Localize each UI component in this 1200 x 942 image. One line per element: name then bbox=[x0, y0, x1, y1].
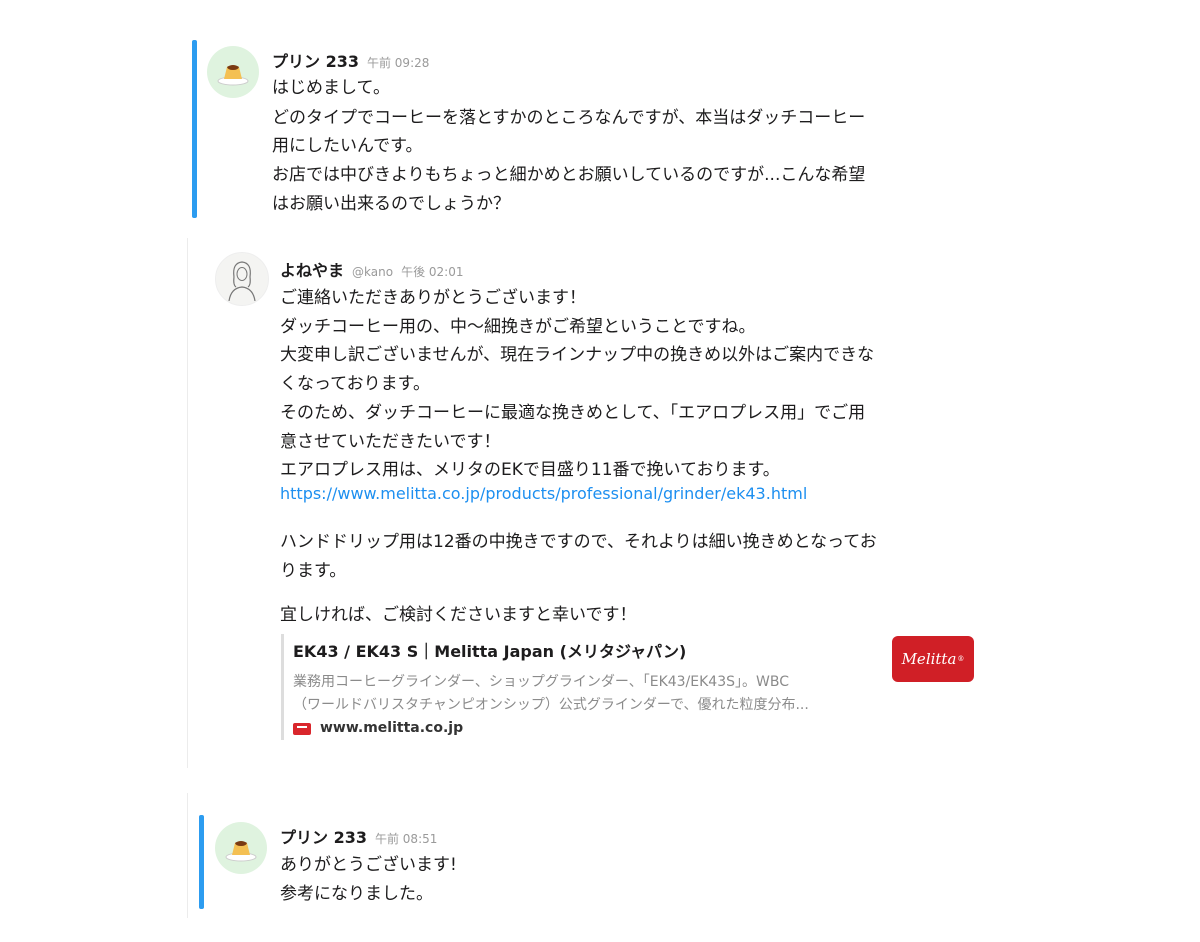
message-line: どのタイプでコーヒーを落とすかのところなんですが、本当はダッチコーヒー bbox=[272, 108, 866, 128]
card-border bbox=[281, 634, 284, 740]
author-handle[interactable]: @kano bbox=[352, 265, 393, 279]
author-name[interactable]: よねやま bbox=[280, 257, 344, 281]
highlight-bar bbox=[192, 40, 197, 218]
pudding-icon bbox=[225, 841, 257, 862]
thread-divider bbox=[187, 793, 188, 918]
message-line: お店では中びきよりもちょっと細かめとお願いしているのですが...こんな希望 bbox=[272, 165, 866, 185]
author-name[interactable]: プリン 233 bbox=[272, 48, 359, 72]
message-line: 参考になりました。 bbox=[280, 884, 433, 904]
message-line: くなっております。 bbox=[280, 374, 430, 394]
message-line: はお願い出来るのでしょうか？ bbox=[272, 194, 510, 214]
message-line: 大変申し訳ございませんが、現在ラインナップ中の挽きめ以外はご案内できな bbox=[280, 345, 875, 365]
user-avatar[interactable] bbox=[215, 822, 267, 874]
highlight-bar bbox=[199, 815, 204, 909]
author-name[interactable]: プリン 233 bbox=[280, 824, 367, 848]
message-line: 宜しければ、ご検討くださいますと幸いです！ bbox=[280, 605, 637, 625]
message-line: はじめまして。 bbox=[272, 78, 390, 98]
pudding-icon bbox=[217, 65, 249, 86]
timestamp[interactable]: 午前 08:51 bbox=[375, 830, 437, 847]
preview-title[interactable]: EK43 / EK43 S｜Melitta Japan (メリタジャパン) bbox=[293, 638, 686, 662]
user-avatar[interactable] bbox=[207, 46, 259, 98]
message-link[interactable]: https://www.melitta.co.jp/products/profe… bbox=[280, 484, 807, 503]
registered-mark: ® bbox=[957, 655, 965, 663]
woman-sketch-icon bbox=[228, 261, 256, 301]
melitta-favicon-icon bbox=[293, 723, 311, 735]
message-line: ります。 bbox=[280, 561, 347, 581]
user-avatar[interactable] bbox=[215, 252, 269, 306]
preview-thumbnail[interactable]: Melitta ® bbox=[892, 636, 974, 682]
thread-divider bbox=[187, 238, 188, 768]
timestamp[interactable]: 午前 09:28 bbox=[367, 54, 429, 71]
preview-domain[interactable]: www.melitta.co.jp bbox=[320, 720, 463, 736]
message-line: ダッチコーヒー用の、中〜細挽きがご希望ということですね。 bbox=[280, 317, 756, 337]
message-line: ご連絡いただきありがとうございます！ bbox=[280, 288, 586, 308]
melitta-logo-text: Melitta bbox=[901, 650, 957, 668]
message-line: そのため、ダッチコーヒーに最適な挽きめとして、「エアロプレス用」でご用 bbox=[280, 403, 866, 423]
message-line: 意させていただきたいです！ bbox=[280, 432, 501, 452]
message-line: エアロプレス用は、メリタのEKで目盛り11番で挽いております。 bbox=[280, 460, 780, 480]
message-line: ハンドドリップ用は12番の中挽きですので、それよりは細い挽きめとなってお bbox=[280, 532, 877, 552]
preview-description: （ワールドバリスタチャンピオンシップ）公式グラインダーで、優れた粒度分布... bbox=[293, 697, 809, 713]
timestamp[interactable]: 午後 02:01 bbox=[401, 263, 463, 280]
message-line: ありがとうございます! bbox=[280, 855, 457, 875]
preview-description: 業務用コーヒーグラインダー、ショップグラインダー、「EK43/EK43S」。WB… bbox=[293, 674, 789, 690]
message-line: 用にしたいんです。 bbox=[272, 136, 423, 156]
